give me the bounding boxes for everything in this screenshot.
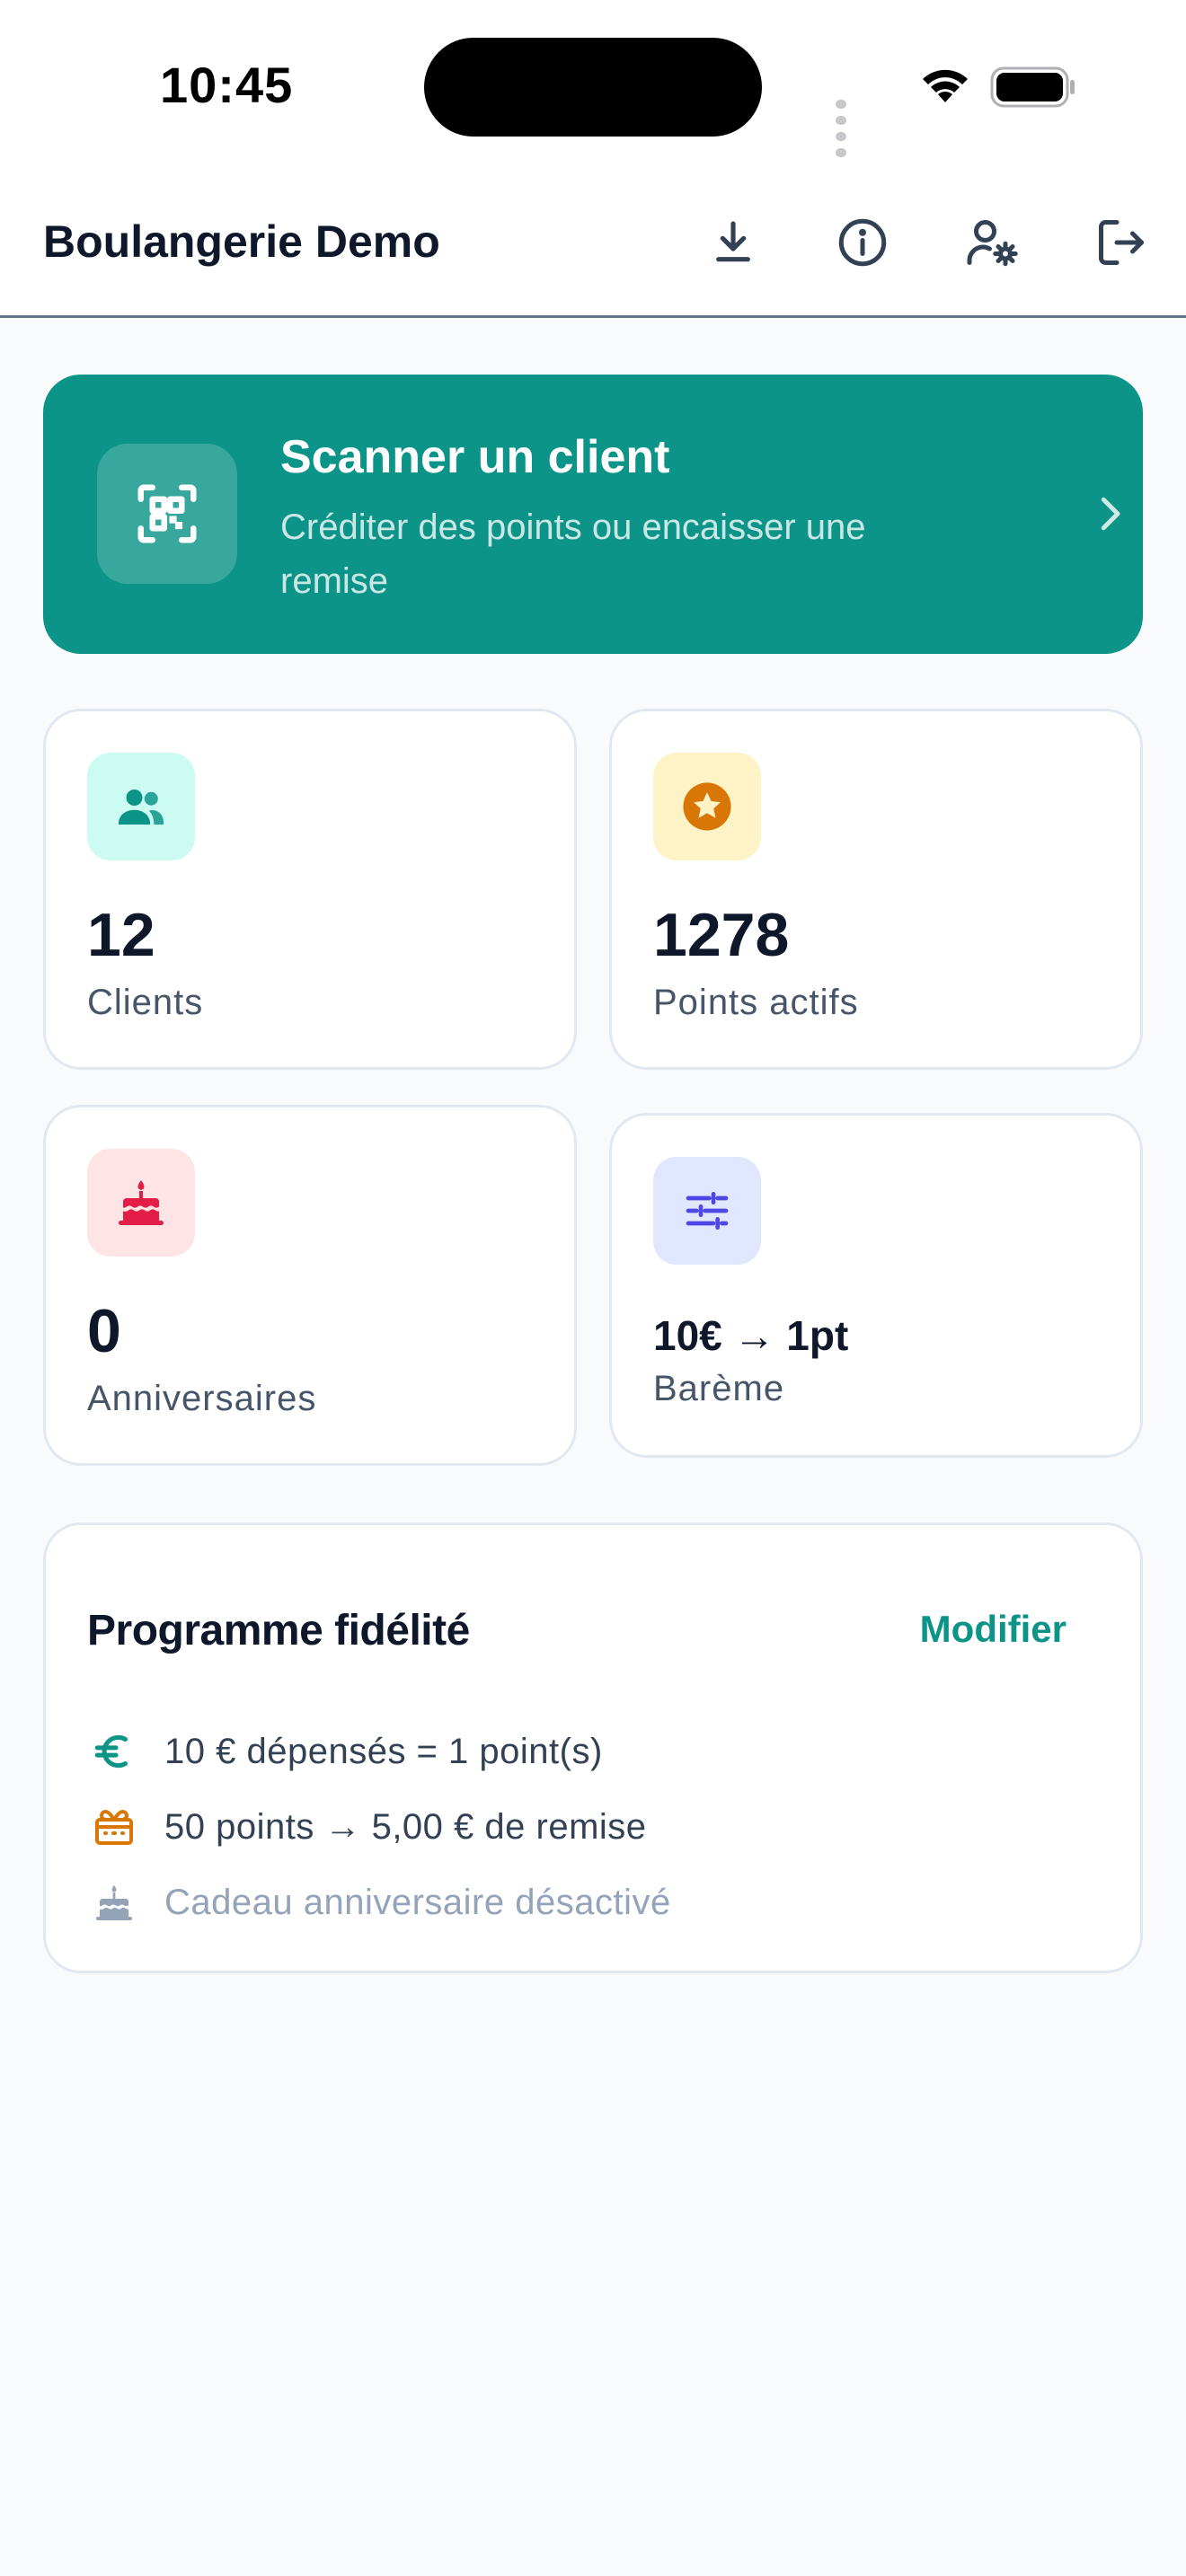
loyalty-rule-birthday: Cadeau anniversaire désactivé [87,1875,671,1929]
info-button[interactable] [827,207,898,278]
stat-label: Points actifs [653,983,859,1022]
sliders-icon [686,1192,729,1230]
euro-icon [94,1734,128,1769]
logout-button[interactable] [1085,207,1157,278]
stat-icon-box [653,1157,761,1265]
download-icon [716,221,750,262]
stat-label: Clients [87,983,204,1022]
loyalty-program-card: Programme fidélité Modifier 10 € dépensé… [43,1522,1143,1973]
user-settings-icon [967,220,1018,267]
stat-icon-box [87,1149,195,1257]
wifi-icon [923,69,968,102]
stat-value: 10€ → 1pt [653,1312,849,1359]
stat-label: Barème [653,1369,785,1408]
app-header: Boulangerie Demo [0,171,1186,318]
rule-text: 10 € dépensés = 1 point(s) [164,1731,603,1771]
edit-program-button[interactable]: Modifier [920,1608,1067,1651]
stat-value: 12 [87,901,155,969]
scan-client-card[interactable]: Scanner un client Créditer des points ou… [43,375,1143,654]
dynamic-island [424,38,762,137]
scan-subtitle: Créditer des points ou encaisser une rem… [280,507,866,601]
users-icon [119,790,164,825]
star-badge-icon [683,782,731,831]
stat-card-birthdays: 0 Anniversaires [43,1105,577,1466]
cake-icon [119,1180,164,1225]
info-icon [838,218,887,267]
scan-icon-box [97,444,237,584]
logout-icon [1099,220,1144,265]
stat-label: Anniversaires [87,1379,317,1418]
user-settings-button[interactable] [956,207,1028,278]
loyalty-rule-reward: 50 points → 5,00 € de remise [87,1800,647,1854]
rule-text: Cadeau anniversaire désactivé [164,1882,671,1922]
cake-icon [96,1885,132,1920]
rule-text: 50 points → 5,00 € de remise [164,1806,647,1847]
battery-icon [990,66,1075,108]
qr-code-scan-icon [137,484,197,543]
stat-icon-box [653,753,761,860]
cellular-signal-icon [836,97,852,162]
stat-card-scale: 10€ → 1pt Barème [609,1113,1143,1458]
stat-icon-box [87,753,195,860]
chevron-right-icon [1101,497,1120,531]
page-title: Boulangerie Demo [43,216,440,267]
loyalty-rule-spend: 10 € dépensés = 1 point(s) [87,1725,603,1778]
loyalty-title: Programme fidélité [87,1607,470,1654]
stat-card-clients: 12 Clients [43,709,577,1070]
download-button[interactable] [697,207,769,278]
status-bar: 10:45 [0,0,1186,171]
stat-card-points: 1278 Points actifs [609,709,1143,1070]
stat-value: 1278 [653,901,790,969]
stat-value: 0 [87,1297,121,1365]
gift-icon [95,1810,133,1845]
scan-title: Scanner un client [280,431,670,483]
status-time: 10:45 [160,57,294,113]
